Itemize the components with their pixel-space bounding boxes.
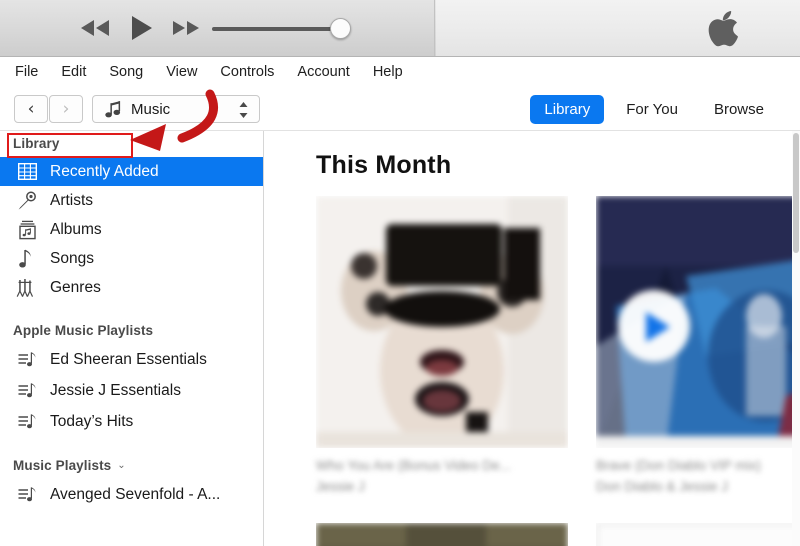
playlist-icon [16, 380, 38, 402]
annotation-highlight-box [7, 133, 133, 158]
menu-item-edit[interactable]: Edit [52, 60, 95, 84]
apple-logo-icon [703, 8, 743, 50]
album-card[interactable]: Brave (Don Diablo VIP mix) Don Diablo & … [596, 196, 800, 496]
chevron-left-icon: ‹ [27, 98, 35, 119]
sidebar-item-avenged-sevenfold[interactable]: Avenged Sevenfold - A... [0, 479, 263, 510]
menu-item-file[interactable]: File [6, 60, 47, 84]
vertical-scrollbar[interactable] [792, 131, 800, 546]
tab-library[interactable]: Library [530, 94, 605, 124]
back-button[interactable]: ‹ [14, 95, 48, 123]
sidebar-section-music-playlists-heading[interactable]: Music Playlists ⌄ [0, 453, 263, 479]
album-card[interactable]: Who You Are (Bonus Video De... Jessie J [316, 196, 568, 496]
sidebar-item-label: Avenged Sevenfold - A... [50, 485, 221, 503]
music-note-icon [105, 100, 122, 125]
album-artist: Don Diablo & Jessie J [596, 479, 729, 494]
menu-item-account[interactable]: Account [288, 60, 358, 84]
play-button[interactable] [118, 9, 164, 47]
navigation-bar: ‹ › Music Library For You Browse [0, 87, 800, 131]
content-area: This Month Who You Are (Bonus Video De..… [265, 131, 800, 546]
sidebar-item-genres[interactable]: Genres [0, 273, 263, 302]
microphone-icon [16, 190, 38, 212]
stepper-up-down-icon[interactable] [237, 100, 249, 120]
album-title: Brave (Don Diablo VIP mix) [596, 458, 761, 473]
album-art-row2-right[interactable] [596, 523, 800, 546]
media-type-value: Music [131, 101, 171, 118]
album-card[interactable] [596, 523, 800, 546]
album-artist: Jessie J [316, 479, 365, 494]
media-type-selector[interactable]: Music [92, 95, 260, 123]
playlist-icon [16, 411, 38, 433]
menu-item-help[interactable]: Help [364, 60, 412, 84]
tab-for-you[interactable]: For You [612, 95, 692, 124]
sidebar-item-todays-hits[interactable]: Today’s Hits [0, 406, 263, 437]
fast-forward-button[interactable] [164, 9, 210, 47]
music-note-icon [16, 248, 38, 270]
fast-forward-icon [170, 18, 204, 38]
sidebar-item-ed-sheeran-essentials[interactable]: Ed Sheeran Essentials [0, 344, 263, 375]
volume-slider-track [212, 27, 342, 31]
sidebar-item-songs[interactable]: Songs [0, 244, 263, 273]
page-title: This Month [316, 151, 452, 179]
menu-item-controls[interactable]: Controls [211, 60, 283, 84]
sidebar-item-recently-added[interactable]: Recently Added [0, 157, 263, 186]
transport-controls [72, 9, 210, 47]
menu-item-view[interactable]: View [157, 60, 206, 84]
sidebar-item-label: Artists [50, 191, 94, 209]
chevron-right-icon: › [62, 98, 70, 119]
sidebar-item-albums[interactable]: Albums [0, 215, 263, 244]
album-art-who-you-are[interactable] [316, 196, 568, 448]
album-card[interactable] [316, 523, 568, 546]
toolbar-right-panel [436, 0, 800, 56]
sidebar-item-label: Genres [50, 278, 101, 296]
tab-browse[interactable]: Browse [700, 95, 778, 124]
menu-bar: File Edit Song View Controls Account Hel… [0, 57, 800, 87]
chevron-down-icon[interactable]: ⌄ [117, 461, 125, 471]
volume-slider[interactable] [208, 18, 351, 40]
album-art-row2-left[interactable] [316, 523, 568, 546]
sidebar-item-label: Today’s Hits [50, 412, 134, 430]
volume-slider-knob[interactable] [330, 18, 351, 39]
sidebar-item-label: Jessie J Essentials [50, 381, 181, 399]
sidebar-heading-apple-music-playlists: Apple Music Playlists [13, 323, 154, 338]
play-icon [128, 14, 154, 42]
player-toolbar [0, 0, 800, 57]
sidebar-item-label: Ed Sheeran Essentials [50, 350, 207, 368]
sidebar-item-artists[interactable]: Artists [0, 186, 263, 215]
album-icon [16, 219, 38, 241]
album-title: Who You Are (Bonus Video De... [316, 458, 511, 473]
menu-item-song[interactable]: Song [100, 60, 152, 84]
view-tabs: Library For You Browse [530, 94, 778, 124]
forward-button[interactable]: › [49, 95, 83, 123]
sidebar: Library Recently Added Artists Albums So… [0, 131, 264, 546]
album-art-brave[interactable] [596, 196, 800, 448]
sidebar-item-label: Albums [50, 220, 102, 238]
grid-icon [16, 161, 38, 183]
scrollbar-thumb[interactable] [793, 133, 799, 253]
sidebar-item-label: Songs [50, 249, 94, 267]
itunes-window: File Edit Song View Controls Account Hel… [0, 0, 800, 546]
sidebar-section-apple-playlists-heading: Apple Music Playlists [0, 318, 263, 344]
sidebar-item-label: Recently Added [50, 162, 159, 180]
sidebar-heading-music-playlists: Music Playlists [13, 458, 112, 473]
rewind-icon [78, 18, 112, 38]
rewind-button[interactable] [72, 9, 118, 47]
playlist-icon [16, 349, 38, 371]
playlist-icon [16, 484, 38, 506]
sidebar-item-jessie-j-essentials[interactable]: Jessie J Essentials [0, 375, 263, 406]
genres-icon [16, 277, 38, 299]
